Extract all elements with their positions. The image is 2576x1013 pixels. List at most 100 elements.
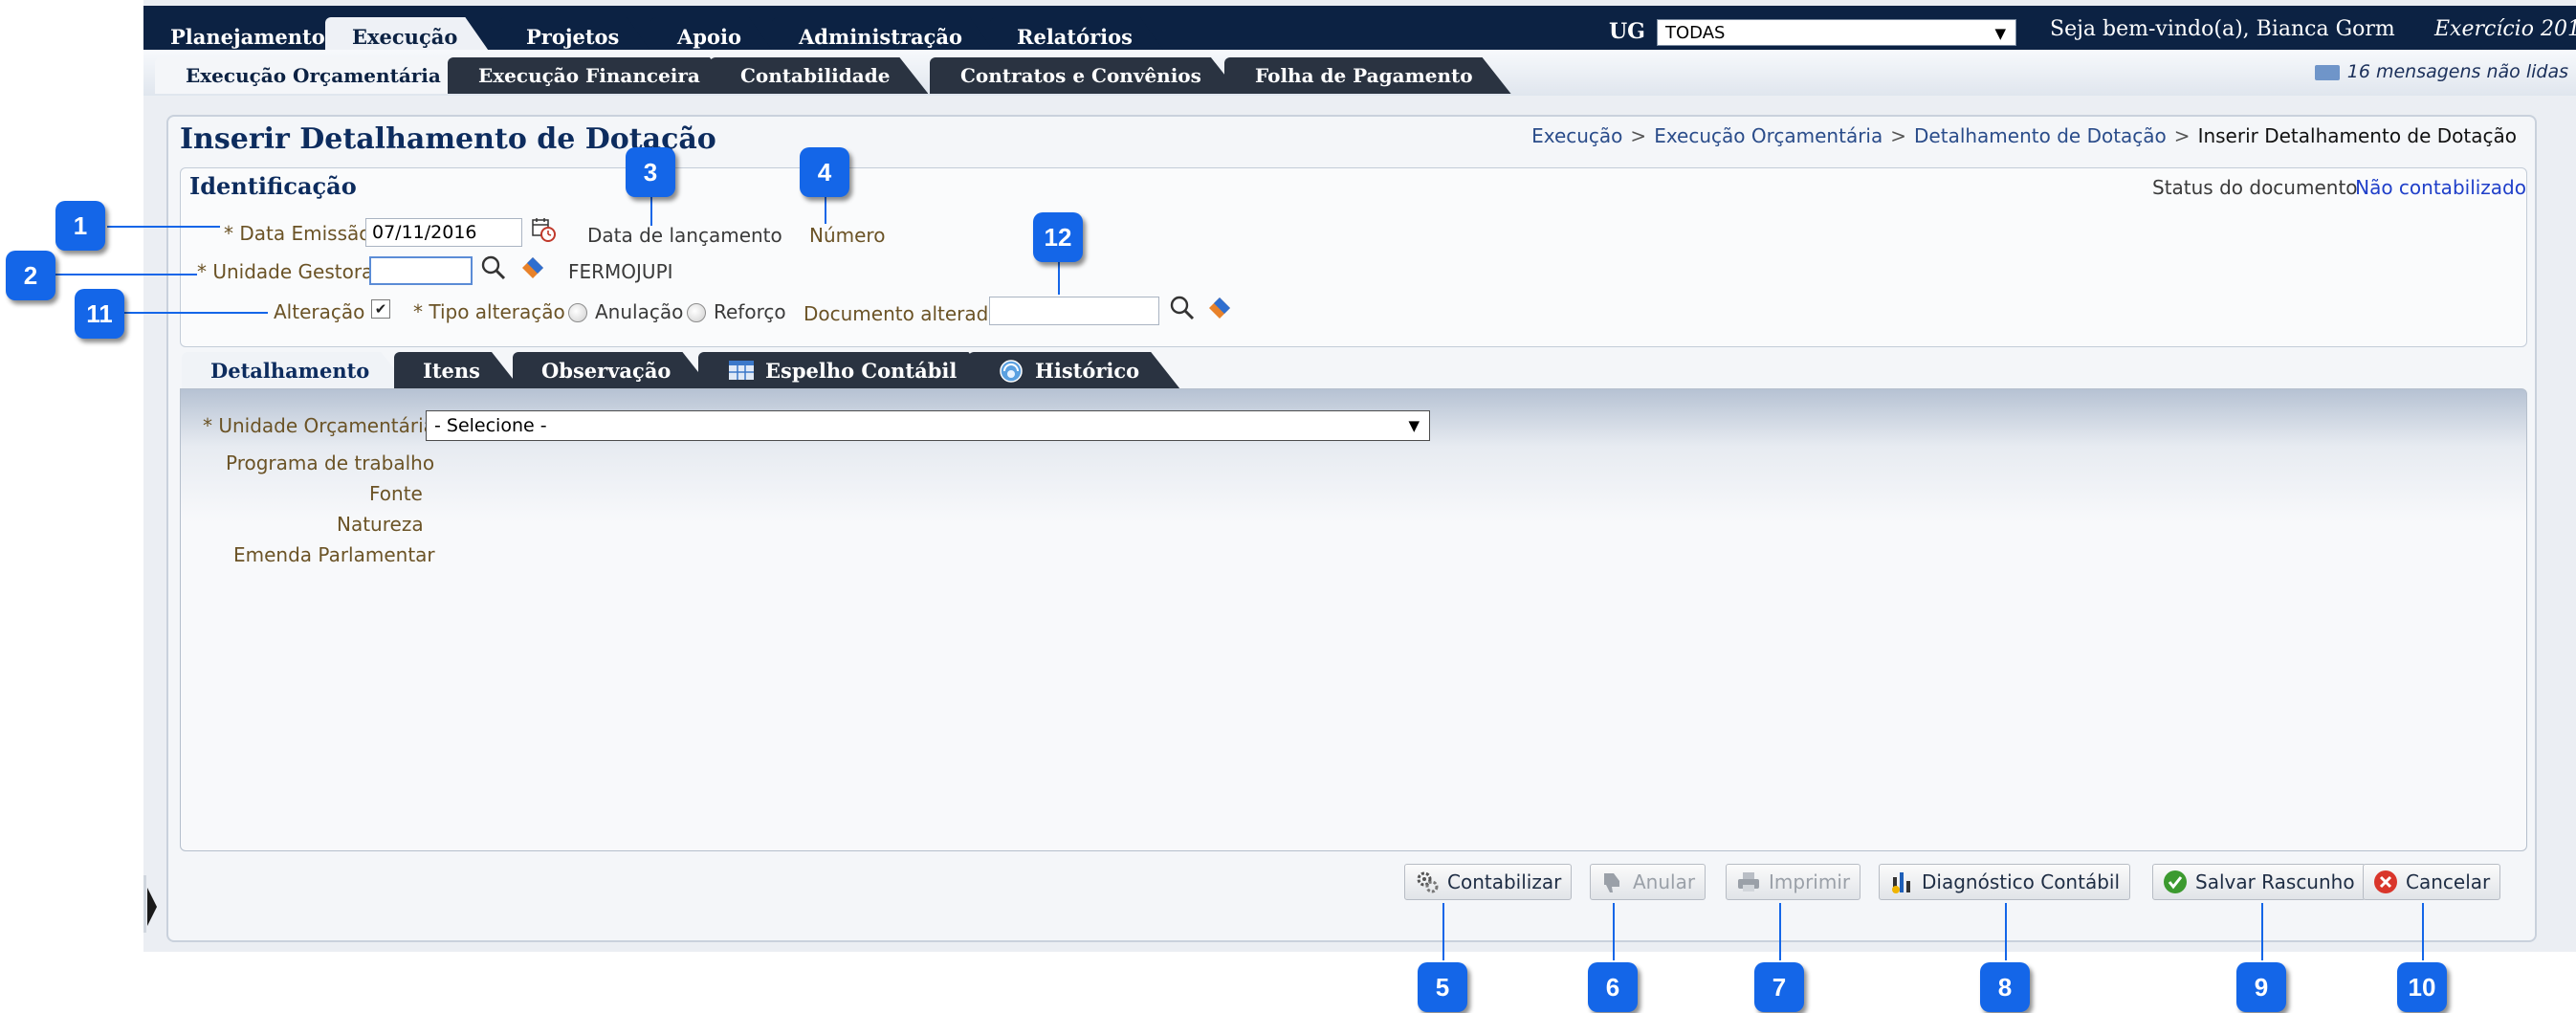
unidade-orcamentaria-label: * Unidade Orçamentária	[203, 414, 435, 437]
unidade-orcamentaria-select[interactable]: - Selecione - ▼	[426, 410, 1430, 441]
contabilizar-label: Contabilizar	[1447, 870, 1562, 893]
tab-folha-pagamento[interactable]: Folha de Pagamento	[1224, 57, 1511, 94]
callout-badge-12: 12	[1033, 212, 1083, 262]
thumbs-down-icon	[1604, 873, 1619, 892]
tab-contabilidade[interactable]: Contabilidade	[710, 57, 928, 94]
diagnostico-contabil-label: Diagnóstico Contábil	[1922, 870, 2121, 893]
search-icon[interactable]	[1169, 295, 1196, 321]
exercicio-label: Exercício 2016	[2434, 17, 2576, 41]
callout-badge-5: 5	[1418, 962, 1467, 1012]
breadcrumb-separator: >	[2173, 124, 2191, 147]
radio-anulacao[interactable]	[568, 303, 587, 322]
sidebar-edge	[143, 875, 146, 933]
callout-badge-4: 4	[800, 147, 849, 197]
imprimir-button[interactable]: Imprimir	[1726, 864, 1861, 900]
callout-connector	[1058, 258, 1060, 295]
callout-badge-10: 10	[2397, 962, 2447, 1012]
sidebar-toggle-arrow[interactable]	[147, 888, 157, 926]
diagnostic-icon	[1892, 872, 1910, 893]
tab-contratos-convenios[interactable]: Contratos e Convênios	[930, 57, 1240, 94]
tab-historico[interactable]: Histórico	[968, 352, 1179, 388]
radio-reforco[interactable]	[687, 303, 706, 322]
eraser-icon[interactable]	[520, 255, 545, 280]
callout-connector	[1613, 903, 1615, 960]
callout-connector	[2005, 903, 2007, 960]
alteracao-label: Alteração	[274, 300, 365, 323]
unidade-gestora-input[interactable]	[369, 256, 473, 285]
data-emissao-label: * Data Emissão	[224, 222, 371, 245]
diagnostico-contabil-button[interactable]: Diagnóstico Contábil	[1879, 864, 2131, 900]
programa-trabalho-label: Programa de trabalho	[226, 451, 435, 474]
tipo-alteracao-label: * Tipo alteração	[413, 300, 565, 323]
callout-connector	[2261, 903, 2263, 960]
callout-badge-11: 11	[75, 289, 124, 339]
gears-icon	[1417, 871, 1439, 893]
callout-badge-2: 2	[6, 251, 55, 300]
callout-badge-6: 6	[1588, 962, 1638, 1012]
chevron-down-icon: ▼	[1408, 417, 1420, 434]
callout-badge-9: 9	[2236, 962, 2286, 1012]
envelope-icon	[2314, 64, 2340, 80]
numero-label: Número	[809, 224, 886, 247]
cancelar-label: Cancelar	[2406, 870, 2491, 893]
ug-select[interactable]: TODAS ▼	[1657, 19, 2016, 46]
callout-connector	[107, 226, 220, 228]
app-window: Planejamento Execução Projetos Apoio Adm…	[143, 0, 2576, 952]
tab-execucao-orcamentaria[interactable]: Execução Orçamentária	[155, 57, 479, 94]
anulacao-label: Anulação	[595, 300, 684, 323]
fonte-label: Fonte	[369, 482, 423, 505]
messages-link[interactable]: 16 mensagens não lidas	[2314, 61, 2568, 82]
search-icon[interactable]	[480, 254, 507, 281]
callout-badge-8: 8	[1980, 962, 2030, 1012]
contabilizar-button[interactable]: Contabilizar	[1404, 864, 1573, 900]
messages-text: 16 mensagens não lidas	[2346, 61, 2568, 82]
natureza-label: Natureza	[337, 513, 424, 536]
eraser-icon[interactable]	[1207, 296, 1232, 320]
callout-badge-1: 1	[55, 201, 105, 251]
chevron-down-icon: ▼	[1994, 25, 2006, 42]
callout-connector	[124, 312, 268, 314]
detalhamento-panel	[180, 388, 2527, 851]
calendar-icon[interactable]	[530, 216, 557, 243]
imprimir-label: Imprimir	[1769, 870, 1851, 893]
cancelar-button[interactable]: Cancelar	[2363, 864, 2501, 900]
documento-alterado-input[interactable]	[989, 297, 1159, 325]
tab-detalhamento[interactable]: Detalhamento	[182, 352, 409, 388]
callout-badge-7: 7	[1754, 962, 1804, 1012]
sub-navigation-bar: Execução Orçamentária Execução Financeir…	[143, 50, 2576, 96]
data-emissao-input[interactable]: 07/11/2016	[365, 218, 522, 247]
status-value: Não contabilizado	[2355, 176, 2526, 199]
ug-select-value: TODAS	[1665, 23, 1726, 43]
documento-alterado-label: Documento alterado	[804, 302, 1001, 325]
callout-connector	[54, 274, 197, 275]
tab-espelho-contabil-label: Espelho Contábil	[765, 359, 958, 383]
breadcrumb-separator: >	[1630, 124, 1647, 147]
emenda-parlamentar-label: Emenda Parlamentar	[233, 543, 435, 566]
anular-label: Anular	[1633, 870, 1696, 893]
top-navigation-bar: Planejamento Execução Projetos Apoio Adm…	[143, 6, 2576, 50]
callout-connector	[1779, 903, 1781, 960]
breadcrumb-item[interactable]: Execução	[1531, 124, 1622, 147]
printer-icon	[1738, 872, 1759, 892]
anular-button[interactable]: Anular	[1590, 864, 1706, 900]
unidade-orcamentaria-value: - Selecione -	[434, 415, 547, 436]
breadcrumb-current: Inserir Detalhamento de Dotação	[2197, 124, 2517, 147]
alteracao-checkbox[interactable]: ✔	[371, 299, 390, 319]
breadcrumb: Execução > Execução Orçamentária > Detalhame…	[1531, 124, 2517, 147]
tab-observacao[interactable]: Observação	[513, 352, 711, 388]
tab-historico-label: Histórico	[1035, 359, 1140, 383]
callout-connector	[1442, 903, 1444, 960]
table-icon	[729, 361, 754, 380]
data-lancamento-label: Data de lançamento	[587, 224, 782, 247]
cancel-icon	[2374, 870, 2397, 893]
salvar-rascunho-button[interactable]: Salvar Rascunho	[2152, 864, 2366, 900]
tab-espelho-contabil[interactable]: Espelho Contábil	[698, 352, 997, 388]
callout-connector	[2422, 903, 2424, 960]
breadcrumb-separator: >	[1890, 124, 1907, 147]
breadcrumb-item[interactable]: Execução Orçamentária	[1654, 124, 1882, 147]
breadcrumb-item[interactable]: Detalhamento de Dotação	[1914, 124, 2167, 147]
unidade-gestora-name: FERMOJUPI	[568, 260, 673, 283]
unidade-gestora-label: * Unidade Gestora	[197, 260, 374, 283]
check-circle-icon	[2164, 870, 2187, 893]
tab-execucao-financeira[interactable]: Execução Financeira	[448, 57, 738, 94]
